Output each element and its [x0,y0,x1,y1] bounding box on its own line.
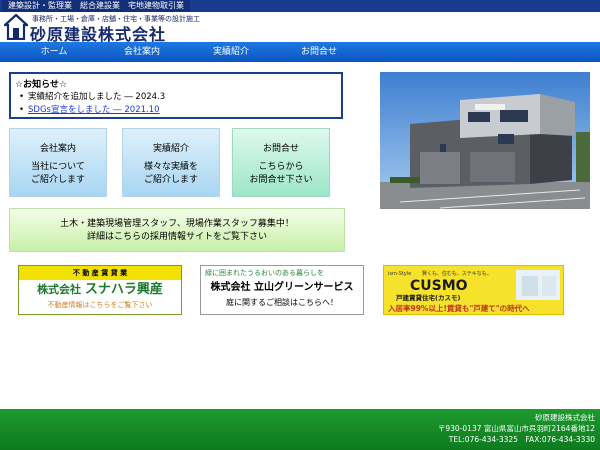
banner-tateyama-green[interactable]: 緑に囲まれたうるおいのある暮らしを 株式会社 立山グリーンサービス 庭に関するご… [200,265,364,315]
site-footer: 砂原建設株式会社 〒930-0137 富山県富山市呉羽町2164番地12 TEL… [0,409,600,450]
notice-list: 実績紹介を追加しました ― 2024.3 SDGs宣言をしました ― 2021.… [19,91,165,117]
building-photo [380,72,590,209]
banner-sunahara-kosan[interactable]: 不 動 産 賃 貸 業 株式会社 スナハラ興産 不動産情報はこちらをご覧下さい [18,265,182,315]
card-title: 実績紹介 [152,144,189,154]
card-desc-line: ご紹介します [143,175,198,185]
recruit-banner[interactable]: 土木・建築現場管理スタッフ、現場作業スタッフ募集中！ 詳細はこちらの採用情報サイ… [9,208,345,252]
card-title: お問合せ [262,144,299,154]
banner-company: 株式会社 スナハラ興産 [19,280,181,300]
banner-company-name: 株式会社 立山グリーンサービス [210,282,354,293]
banner-cusmo[interactable]: ism-Style 賢くも、住むも、ステキなも。 CUSMO 戸建賃貸住宅(カス… [383,265,564,315]
notice-box: ☆お知らせ☆ 実績紹介を追加しました ― 2024.3 SDGs宣言をしました … [9,72,343,119]
nav-works[interactable]: 実績紹介 [186,42,276,62]
tagline: 建築設計・監理業 総合建設業 宅地建物取引業 [2,0,190,12]
notice-item-link[interactable]: SDGs宣言をしました ― 2021.10 [28,105,160,115]
notice-item[interactable]: SDGs宣言をしました ― 2021.10 [19,104,165,117]
card-desc: 当社について ご紹介します [10,161,106,187]
recruit-line: 詳細はこちらの採用情報サイトをご覧下さい [86,232,267,242]
nav-contact[interactable]: お問合せ [274,42,364,62]
card-desc-line: こちらから [258,162,304,172]
card-title: 会社案内 [39,144,76,154]
nav-home[interactable]: ホーム [9,42,99,62]
banner-company-name: スナハラ興産 [84,282,163,297]
cusmo-product: 戸建賃貸住宅(カスモ) [396,293,460,302]
footer-address: 〒930-0137 富山県富山市呉羽町2164番地12 [437,424,595,433]
card-desc: 様々な実績を ご紹介します [123,161,219,187]
cusmo-brand: CUSMO [410,278,468,294]
card-desc-line: 当社について [31,162,85,172]
banner-note: 庭に関するご相談はこちらへ！ [226,298,338,307]
nav-company[interactable]: 会社案内 [97,42,187,62]
cusmo-tagline: 賢くも、住むも、ステキなも。 [422,270,492,277]
recruit-line: 土木・建築現場管理スタッフ、現場作業スタッフ募集中！ [60,219,294,229]
card-works[interactable]: 実績紹介 様々な実績を ご紹介します [122,128,220,197]
notice-title: ☆お知らせ☆ [15,80,67,90]
card-contact[interactable]: お問合せ こちらから お問合せ下さい [232,128,330,197]
cusmo-brand-small: ism-Style [388,271,411,277]
banner-top-label: 緑に囲まれたうるおいのある暮らしを [205,269,324,277]
banner-top-label: 不 動 産 賃 貸 業 [19,266,181,280]
notice-item-text: 実績紹介を追加しました ― 2024.3 [28,92,166,102]
banner-note: 不動産情報はこちらをご覧下さい [47,301,153,309]
site-header: 事務所・工場・倉庫・店舗・住宅・事業等の設計施工 砂原建設株式会社 [0,12,600,44]
banner-company-prefix: 株式会社 [37,283,82,296]
card-desc-line: お問合せ下さい [249,175,313,185]
card-desc: こちらから お問合せ下さい [233,161,329,187]
card-desc-line: 様々な実績を [143,162,198,172]
top-tagline-bar: 建築設計・監理業 総合建設業 宅地建物取引業 [0,0,600,12]
cusmo-catch: 入居率99%以上!賃貸も"戸建て"の時代へ [387,303,530,313]
cusmo-banner-art: ism-Style 賢くも、住むも、ステキなも。 CUSMO 戸建賃貸住宅(カス… [384,266,563,314]
footer-company: 砂原建設株式会社 [535,413,595,422]
card-company[interactable]: 会社案内 当社について ご紹介します [9,128,107,197]
notice-item: 実績紹介を追加しました ― 2024.3 [19,91,165,104]
footer-contact: TEL:076-434-3325 FAX:076-434-3330 [448,435,595,444]
main-nav: ホーム 会社案内 実績紹介 お問合せ [0,42,600,62]
house-logo-icon[interactable] [4,14,28,40]
card-desc-line: ご紹介します [30,175,85,185]
